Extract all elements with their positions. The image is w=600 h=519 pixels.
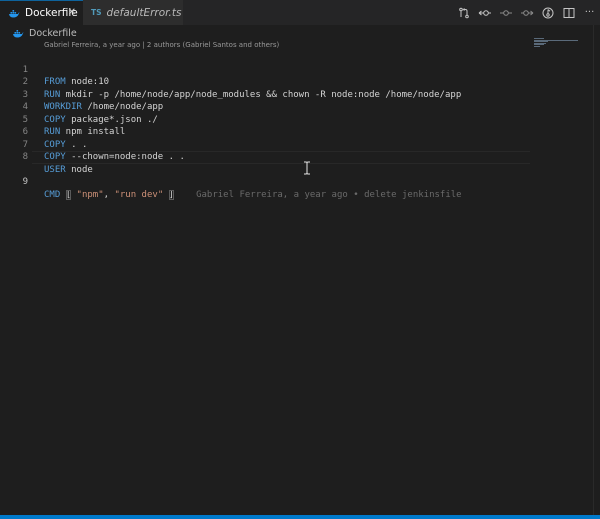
keyword: USER bbox=[44, 164, 66, 175]
bracket: ] bbox=[168, 189, 175, 200]
open-changes-icon[interactable] bbox=[453, 0, 474, 25]
more-actions-icon[interactable]: ··· bbox=[579, 0, 600, 25]
commit-icon[interactable] bbox=[495, 0, 516, 25]
ts-icon: TS bbox=[91, 8, 102, 17]
toggle-blame-icon[interactable] bbox=[537, 0, 558, 25]
code-text: , bbox=[103, 189, 115, 200]
editor-actions: ··· bbox=[453, 0, 600, 25]
code-line: 3 WORKDIR /home/node/app bbox=[0, 76, 530, 113]
bracket: [ bbox=[65, 189, 72, 200]
git-codelens[interactable]: Gabriel Ferreira, a year ago | 2 authors… bbox=[44, 41, 279, 49]
code-line: 2 RUN mkdir -p /home/node/app/node_modul… bbox=[0, 64, 530, 100]
string-literal: "npm" bbox=[76, 189, 104, 200]
code-line: 1 FROM node:10 bbox=[0, 51, 530, 88]
code-text: node bbox=[65, 164, 93, 175]
keyword: CMD bbox=[44, 189, 61, 200]
docker-whale-icon bbox=[8, 9, 20, 18]
code-line-current: 9 CMD [ "npm", "run dev" ] Gabriel Ferrei… bbox=[0, 151, 530, 200]
code-line: 6 COPY . . bbox=[0, 114, 530, 150]
editor-tab-bar: Dockerfile ✕ TS defaultError.ts ··· bbox=[0, 0, 600, 25]
code-line: 4 COPY package*.json ./ bbox=[0, 89, 530, 125]
code-line: 7 COPY --chown=node:node . . bbox=[0, 126, 530, 163]
code-editor[interactable]: 1 FROM node:10 2 RUN mkdir -p /home/node… bbox=[0, 51, 530, 200]
inline-blame: Gabriel Ferreira, a year ago • delete je… bbox=[196, 189, 462, 200]
docker-whale-icon bbox=[12, 29, 24, 38]
tab-dockerfile[interactable]: Dockerfile ✕ bbox=[0, 0, 83, 25]
tab-defaulterror[interactable]: TS defaultError.ts bbox=[83, 0, 183, 25]
line-number: 9 bbox=[22, 177, 28, 187]
split-editor-icon[interactable] bbox=[558, 0, 579, 25]
current-line-highlight bbox=[32, 151, 530, 164]
text-cursor-icon bbox=[303, 160, 311, 175]
code-line: 5 RUN npm install bbox=[0, 101, 530, 138]
code-line: 8 USER node bbox=[0, 139, 530, 175]
commit-next-icon[interactable] bbox=[516, 0, 537, 25]
breadcrumb-label: Dockerfile bbox=[29, 27, 77, 39]
status-bar[interactable] bbox=[0, 515, 600, 519]
commit-prev-icon[interactable] bbox=[474, 0, 495, 25]
tab-label: defaultError.ts bbox=[106, 6, 182, 19]
close-icon[interactable]: ✕ bbox=[68, 7, 76, 18]
breadcrumb[interactable]: Dockerfile bbox=[12, 26, 77, 40]
minimap[interactable] bbox=[534, 38, 592, 48]
vertical-scrollbar[interactable] bbox=[593, 25, 600, 515]
string-literal: "run dev" bbox=[114, 189, 164, 200]
